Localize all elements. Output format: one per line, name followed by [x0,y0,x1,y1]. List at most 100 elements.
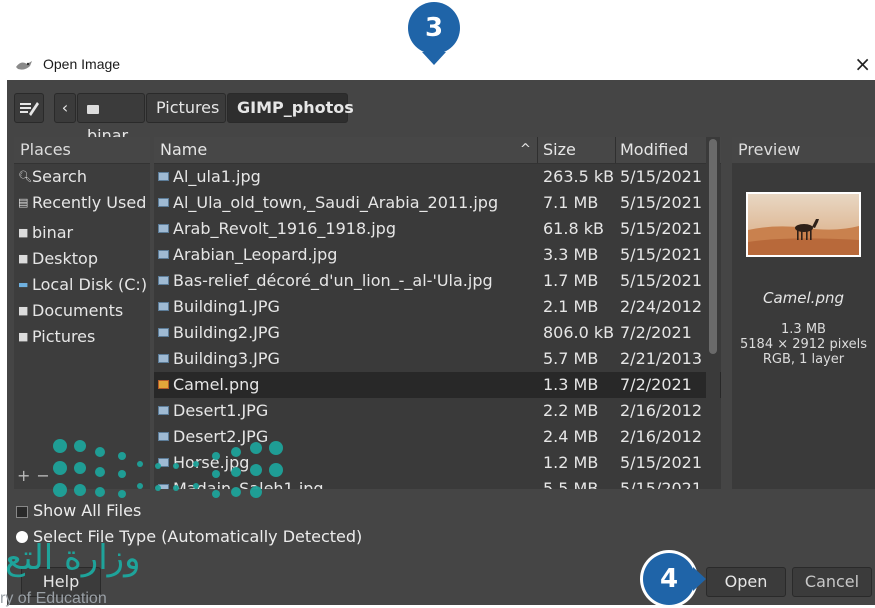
file-size: 5.5 MB [543,479,599,489]
preview-dimensions: 5184 × 2912 pixels [740,337,867,352]
file-list-scrollbar[interactable] [706,137,720,489]
file-size: 3.3 MB [543,245,599,264]
file-name: Building3.JPG [173,349,280,368]
column-modified[interactable]: Modified [620,137,688,163]
file-modified: 5/15/2021 [620,193,703,212]
place-search[interactable]: 🔍︎ Search [14,164,150,190]
file-name: Al_ula1.jpg [173,167,261,186]
place-desktop[interactable]: ■ Desktop [14,246,150,272]
image-file-icon [158,354,169,363]
image-file-icon [158,276,169,285]
back-arrow-button[interactable]: ‹ [54,93,76,123]
file-list-header: Name ^ Size Modified [154,137,721,164]
column-name[interactable]: Name [160,137,207,163]
file-row[interactable]: Al_ula1.jpg 263.5 kB 5/15/2021 [154,164,721,190]
file-row[interactable]: Bas-relief_décoré_d'un_lion_-_al-'Ula.jp… [154,268,721,294]
scrollbar-thumb[interactable] [709,139,717,354]
ministry-logo-dots [53,439,283,498]
file-name: Arab_Revolt_1916_1918.jpg [173,219,396,238]
file-row[interactable]: Camel.png 1.3 MB 7/2/2021 [154,372,721,398]
place-binar[interactable]: ■ binar [14,220,150,246]
column-divider [537,137,538,163]
file-modified: 2/16/2012 [620,427,703,446]
place-label: Search [32,167,87,186]
edit-icon [20,102,39,116]
file-row[interactable]: Building2.JPG 806.0 kB 7/2/2021 [154,320,721,346]
file-modified: 2/16/2012 [620,401,703,420]
file-row[interactable]: Al_Ula_old_town,_Saudi_Arabia_2011.jpg 7.… [154,190,721,216]
file-row[interactable]: Building1.JPG 2.1 MB 2/24/2012 [154,294,721,320]
file-size: 2.2 MB [543,401,599,420]
file-modified: 5/15/2021 [620,219,703,238]
file-modified: 5/15/2021 [620,271,703,290]
callout-pointer [422,52,446,65]
column-divider [615,137,616,163]
place-local-disk[interactable]: ▬ Local Disk (C:) [14,272,150,298]
recent-icon: ▤ [18,196,29,209]
preview-header: Preview [732,137,875,163]
file-modified: 2/21/2013 [620,349,703,368]
folder-icon: ■ [18,304,29,317]
open-button[interactable]: Open [706,567,786,597]
preview-filename: Camel.png [763,289,844,307]
folder-icon: ■ [18,226,29,239]
place-label: Pictures [32,327,96,346]
file-size: 1.7 MB [543,271,599,290]
image-file-icon [158,224,169,233]
file-size: 7.1 MB [543,193,599,212]
breadcrumb-pictures[interactable]: Pictures [146,93,226,123]
image-file-icon [158,172,169,181]
file-size: 2.1 MB [543,297,599,316]
open-image-dialog: ‹ binar Pictures GIMP_photos Places 🔍︎ Se… [7,80,875,605]
image-file-icon [158,380,169,389]
place-label: binar [32,223,74,242]
breadcrumb-binar[interactable]: binar [77,93,145,145]
column-size[interactable]: Size [543,137,576,163]
file-modified: 5/15/2021 [620,167,703,186]
file-size: 5.7 MB [543,349,599,368]
place-label: Local Disk (C:) [32,275,148,294]
file-name: Al_Ula_old_town,_Saudi_Arabia_2011.jpg [173,193,499,212]
cancel-button[interactable]: Cancel [792,567,872,597]
file-name: Bas-relief_décoré_d'un_lion_-_al-'Ula.jp… [173,271,493,290]
camel-thumbnail-image [746,192,861,257]
places-header: Places [14,137,150,164]
image-file-icon [158,328,169,337]
ministry-watermark-english: ry of Education [0,590,107,607]
search-icon: 🔍︎ [18,170,32,183]
file-name: Building1.JPG [173,297,280,316]
file-size: 263.5 kB [543,167,615,186]
preview-panel: Preview Camel.png 1.3 MB 5184 × 2912 pix… [732,137,875,489]
file-row[interactable]: Arabian_Leopard.jpg 3.3 MB 5/15/2021 [154,242,721,268]
file-row[interactable]: Desert1.JPG 2.2 MB 2/16/2012 [154,398,721,424]
type-location-button[interactable] [14,93,44,123]
place-label: Desktop [32,249,98,268]
file-name: Building2.JPG [173,323,280,342]
file-size: 1.2 MB [543,453,599,472]
file-modified: 5/15/2021 [620,453,703,472]
place-recently-used[interactable]: ▤ Recently Used [14,190,150,216]
folder-icon: ■ [18,252,29,265]
file-size: 2.4 MB [543,427,599,446]
file-modified: 2/24/2012 [620,297,703,316]
file-name: Arabian_Leopard.jpg [173,245,338,264]
file-modified: 7/2/2021 [620,323,692,342]
file-name: Desert1.JPG [173,401,269,420]
file-size: 61.8 kB [543,219,604,238]
place-documents[interactable]: ■ Documents [14,298,150,324]
step-4-callout: 4 [643,553,695,605]
image-file-icon [158,198,169,207]
place-pictures[interactable]: ■ Pictures [14,324,150,350]
place-label: Recently Used [32,193,147,212]
file-modified: 5/15/2021 [620,479,703,489]
preview-mode: RGB, 1 layer [762,352,845,367]
drive-icon: ▬ [18,278,29,291]
image-file-icon [158,250,169,259]
file-modified: 7/2/2021 [620,375,692,394]
file-row[interactable]: Building3.JPG 5.7 MB 2/21/2013 [154,346,721,372]
file-name: Camel.png [173,375,260,394]
breadcrumb-gimp-photos[interactable]: GIMP_photos [227,93,354,123]
close-icon[interactable]: × [854,53,871,75]
file-size: 1.3 MB [543,375,599,394]
file-row[interactable]: Arab_Revolt_1916_1918.jpg 61.8 kB 5/15/202… [154,216,721,242]
